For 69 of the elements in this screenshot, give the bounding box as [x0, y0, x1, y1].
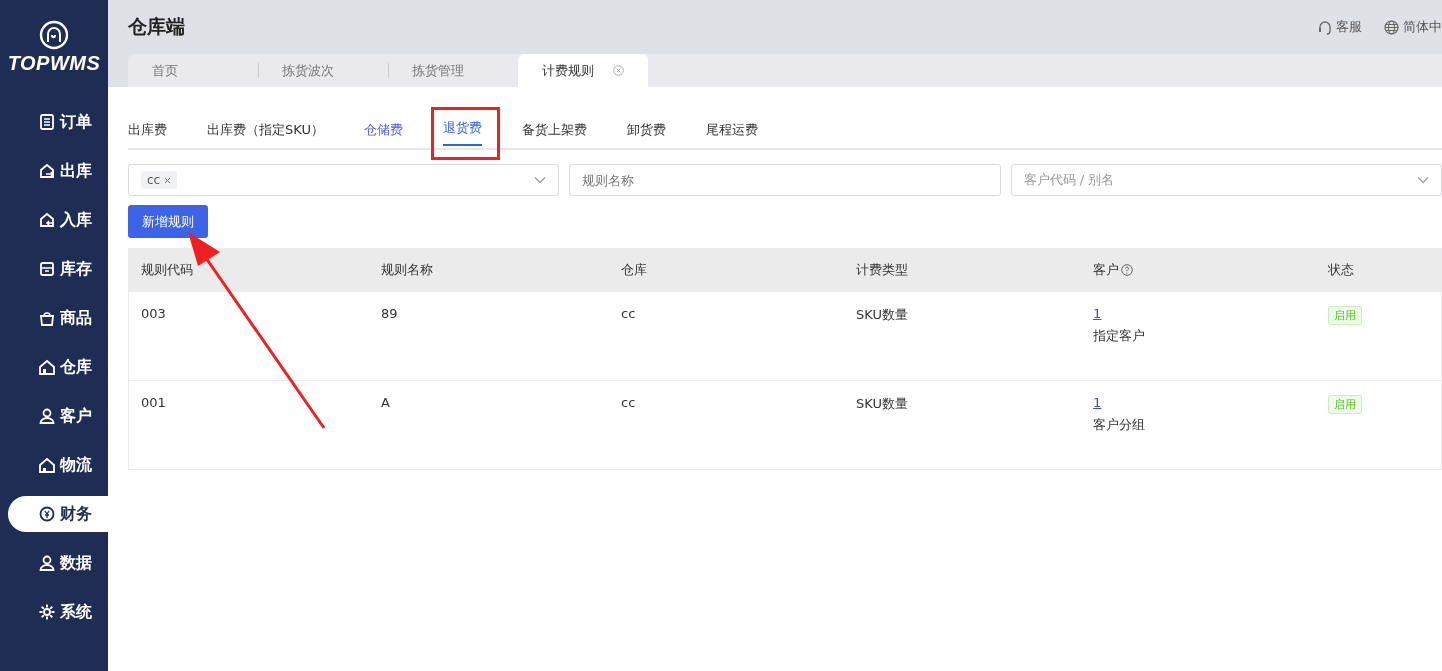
- sidebar-item[interactable]: 物流: [8, 447, 108, 483]
- customer-scope: 客户分组: [1093, 416, 1145, 434]
- sidebar-item[interactable]: 仓库: [8, 349, 108, 385]
- fee-tab[interactable]: 仓储费: [343, 87, 423, 148]
- fee-tab[interactable]: 卸货费: [606, 87, 686, 148]
- status-tag: 启用: [1328, 395, 1362, 414]
- column-header: 规则代码: [141, 261, 193, 279]
- language-selector[interactable]: 简体中: [1403, 18, 1442, 36]
- page-tab[interactable]: 计费规则: [518, 54, 648, 87]
- coin-icon: [38, 505, 56, 523]
- fee-tab[interactable]: 尾程运费: [685, 87, 778, 148]
- logo-text: TOPWMS: [7, 52, 101, 75]
- table-cell: SKU数量: [856, 306, 908, 324]
- customer-scope: 指定客户: [1093, 327, 1145, 345]
- box-icon: [38, 260, 56, 278]
- customer-count-link[interactable]: 1: [1093, 306, 1102, 321]
- sidebar-item[interactable]: 商品: [8, 300, 108, 336]
- list-icon: [38, 113, 56, 131]
- fee-tab[interactable]: 出库费（指定SKU）: [187, 87, 344, 148]
- column-header: 仓库: [621, 261, 647, 279]
- sidebar-item[interactable]: 入库: [8, 202, 108, 238]
- sidebar-item[interactable]: 订单: [8, 104, 108, 140]
- close-icon[interactable]: [613, 65, 624, 76]
- sidebar-item[interactable]: 数据: [8, 545, 108, 581]
- table-cell: cc: [621, 395, 636, 410]
- table-cell: 001: [141, 395, 166, 410]
- house-out-icon: [38, 162, 56, 180]
- column-header: 计费类型: [856, 261, 908, 279]
- sidebar-item[interactable]: 财务: [8, 496, 108, 532]
- sidebar-item[interactable]: 库存: [8, 251, 108, 287]
- sidebar-item[interactable]: 客户: [8, 398, 108, 434]
- rule-name-field[interactable]: 规则名称: [569, 164, 1001, 196]
- sidebar-item[interactable]: 出库: [8, 153, 108, 189]
- customer-count-link[interactable]: 1: [1093, 395, 1102, 410]
- sidebar-item[interactable]: 系统: [8, 594, 108, 630]
- house-icon: [38, 358, 56, 376]
- page-tab[interactable]: 拣货波次: [258, 54, 388, 87]
- globe-icon: [1384, 19, 1399, 35]
- add-rule-button[interactable]: 新增规则: [128, 205, 208, 238]
- fee-tab[interactable]: 出库费: [128, 87, 187, 148]
- column-header: 状态: [1328, 261, 1354, 279]
- fee-tab[interactable]: 退货费: [433, 110, 497, 146]
- status-tag: 启用: [1328, 306, 1362, 325]
- page-tab[interactable]: 拣货管理: [388, 54, 518, 87]
- table-cell: SKU数量: [856, 395, 908, 413]
- page-title: 仓库端: [128, 14, 185, 39]
- fee-tab[interactable]: 备货上架费: [501, 87, 607, 148]
- table-cell: A: [381, 395, 390, 410]
- column-header: 规则名称: [381, 261, 433, 279]
- close-icon[interactable]: [164, 177, 172, 184]
- headset-icon: [1318, 19, 1332, 35]
- house-icon: [38, 456, 56, 474]
- person-icon: [38, 407, 56, 425]
- table-cell: cc: [621, 306, 636, 321]
- house-in-icon: [38, 211, 56, 229]
- table-cell: 89: [381, 306, 398, 321]
- person-icon: [38, 554, 56, 572]
- warehouse-tag[interactable]: cc: [141, 171, 178, 189]
- help-icon[interactable]: [1121, 264, 1133, 276]
- warehouse-select[interactable]: cc: [128, 164, 560, 196]
- bag-icon: [38, 309, 56, 327]
- service-link[interactable]: 客服: [1336, 18, 1362, 36]
- column-header: 客户: [1093, 261, 1119, 279]
- table-cell: 003: [141, 306, 166, 321]
- chevron-down-icon: [1417, 176, 1429, 184]
- gear-icon: [38, 603, 56, 621]
- customer-placeholder: 客户代码 / 别名: [1023, 171, 1115, 189]
- chevron-down-icon: [534, 176, 547, 184]
- page-tab[interactable]: 首页: [128, 54, 258, 87]
